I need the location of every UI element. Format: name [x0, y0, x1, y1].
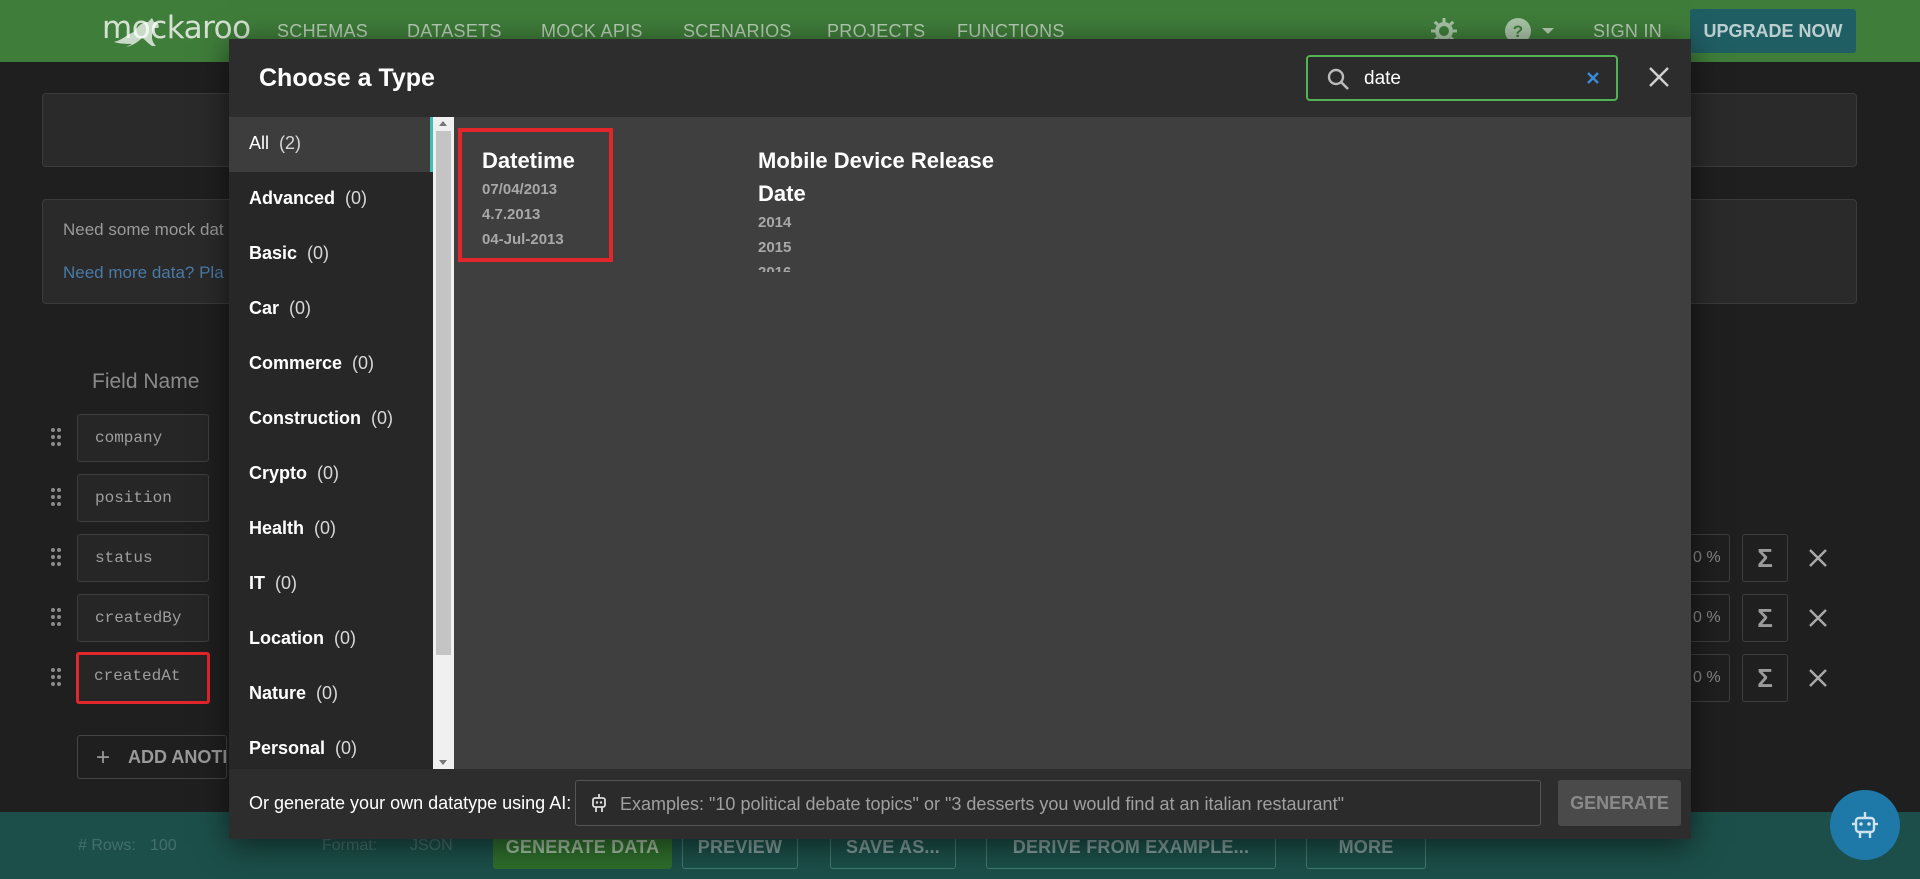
delete-field-icon[interactable]	[1806, 546, 1830, 570]
drag-handle-icon[interactable]	[50, 427, 62, 447]
dialog-title: Choose a Type	[259, 64, 435, 92]
add-another-field-label: ADD ANOTH	[128, 747, 227, 767]
scrollbar-thumb[interactable]	[436, 131, 451, 655]
field-name-input-status[interactable]: status	[77, 534, 209, 582]
formula-sigma-button[interactable]: Σ	[1742, 594, 1788, 642]
category-personal[interactable]: Personal (0)	[229, 722, 433, 769]
ai-assistant-button[interactable]	[1830, 790, 1900, 860]
type-example: 2015	[758, 239, 792, 256]
category-crypto[interactable]: Crypto (0)	[229, 447, 433, 502]
type-card-datetime[interactable]: Datetime 07/04/2013 4.7.2013 04-Jul-2013	[458, 128, 613, 262]
type-name: Mobile Device Release	[758, 148, 995, 173]
type-example: 04-Jul-2013	[482, 231, 564, 248]
ai-prompt-input[interactable]	[620, 792, 1520, 816]
ai-prompt-box[interactable]	[575, 780, 1541, 826]
rows-label: # Rows:	[78, 837, 136, 854]
type-example: 4.7.2013	[482, 206, 541, 223]
plus-icon: +	[96, 744, 111, 771]
category-car[interactable]: Car (0)	[229, 282, 433, 337]
close-dialog-icon[interactable]	[1647, 65, 1671, 89]
type-search-input[interactable]	[1364, 66, 1574, 92]
category-all[interactable]: All (2)	[229, 117, 433, 172]
drag-handle-icon[interactable]	[50, 547, 62, 567]
field-name-input-company[interactable]: company	[77, 414, 209, 462]
format-label: Format:	[322, 837, 378, 854]
type-example: 2014	[758, 214, 792, 231]
type-results-grid: Datetime 07/04/2013 4.7.2013 04-Jul-2013…	[454, 117, 1691, 769]
category-it[interactable]: IT (0)	[229, 557, 433, 612]
category-construction[interactable]: Construction (0)	[229, 392, 433, 447]
rows-input[interactable]: 100	[150, 837, 177, 855]
delete-field-icon[interactable]	[1806, 606, 1830, 630]
delete-field-icon[interactable]	[1806, 666, 1830, 690]
field-name-input-position[interactable]: position	[77, 474, 209, 522]
category-commerce[interactable]: Commerce (0)	[229, 337, 433, 392]
drag-handle-icon[interactable]	[50, 667, 62, 687]
field-name-input-createdby[interactable]: createdBy	[77, 594, 209, 642]
generate-button[interactable]: GENERATE	[1558, 780, 1681, 826]
field-name-header: Field Name	[92, 370, 200, 393]
category-nature[interactable]: Nature (0)	[229, 667, 433, 722]
type-name: Datetime	[482, 148, 575, 173]
chevron-down-icon[interactable]	[1542, 28, 1554, 34]
type-example: 07/04/2013	[482, 181, 558, 198]
scroll-up-icon[interactable]	[439, 121, 447, 126]
format-select[interactable]: JSON	[410, 837, 453, 855]
more-data-link[interactable]: Need more data? Pla	[63, 263, 224, 283]
search-icon	[1327, 68, 1349, 90]
scroll-down-icon[interactable]	[439, 760, 447, 765]
category-location[interactable]: Location (0)	[229, 612, 433, 667]
type-search-box[interactable]	[1306, 55, 1618, 101]
add-another-field-button[interactable]: + ADD ANOTH	[77, 735, 227, 779]
drag-handle-icon[interactable]	[50, 487, 62, 507]
type-name-cont: Date	[758, 181, 806, 206]
category-scrollbar[interactable]	[433, 117, 454, 769]
notice-text: Need some mock dat	[63, 220, 224, 239]
category-advanced[interactable]: Advanced (0)	[229, 172, 433, 227]
type-card-mobile-device-release-date[interactable]: Mobile Device Release Date 2014 2015 201…	[758, 144, 1018, 272]
ai-generate-row: Or generate your own datatype using AI: …	[229, 769, 1691, 839]
category-basic[interactable]: Basic (0)	[229, 227, 433, 282]
upgrade-now-button[interactable]: UPGRADE NOW	[1690, 9, 1856, 53]
clear-search-icon[interactable]	[1585, 70, 1601, 86]
drag-handle-icon[interactable]	[50, 607, 62, 627]
robot-icon	[592, 794, 606, 812]
formula-sigma-button[interactable]: Σ	[1742, 654, 1788, 702]
type-example: 2016	[758, 260, 1018, 272]
field-name-input-createdat[interactable]: createdAt	[76, 652, 210, 704]
category-health[interactable]: Health (0)	[229, 502, 433, 557]
formula-sigma-button[interactable]: Σ	[1742, 534, 1788, 582]
choose-type-dialog: Choose a Type All(2) Advanced(0) Basic(0…	[229, 39, 1691, 839]
robot-icon	[1852, 812, 1878, 838]
category-list: All (2) Advanced (0) Basic (0) Car (0) Comme…	[229, 117, 433, 769]
ai-generate-label: Or generate your own datatype using AI:	[249, 793, 572, 813]
